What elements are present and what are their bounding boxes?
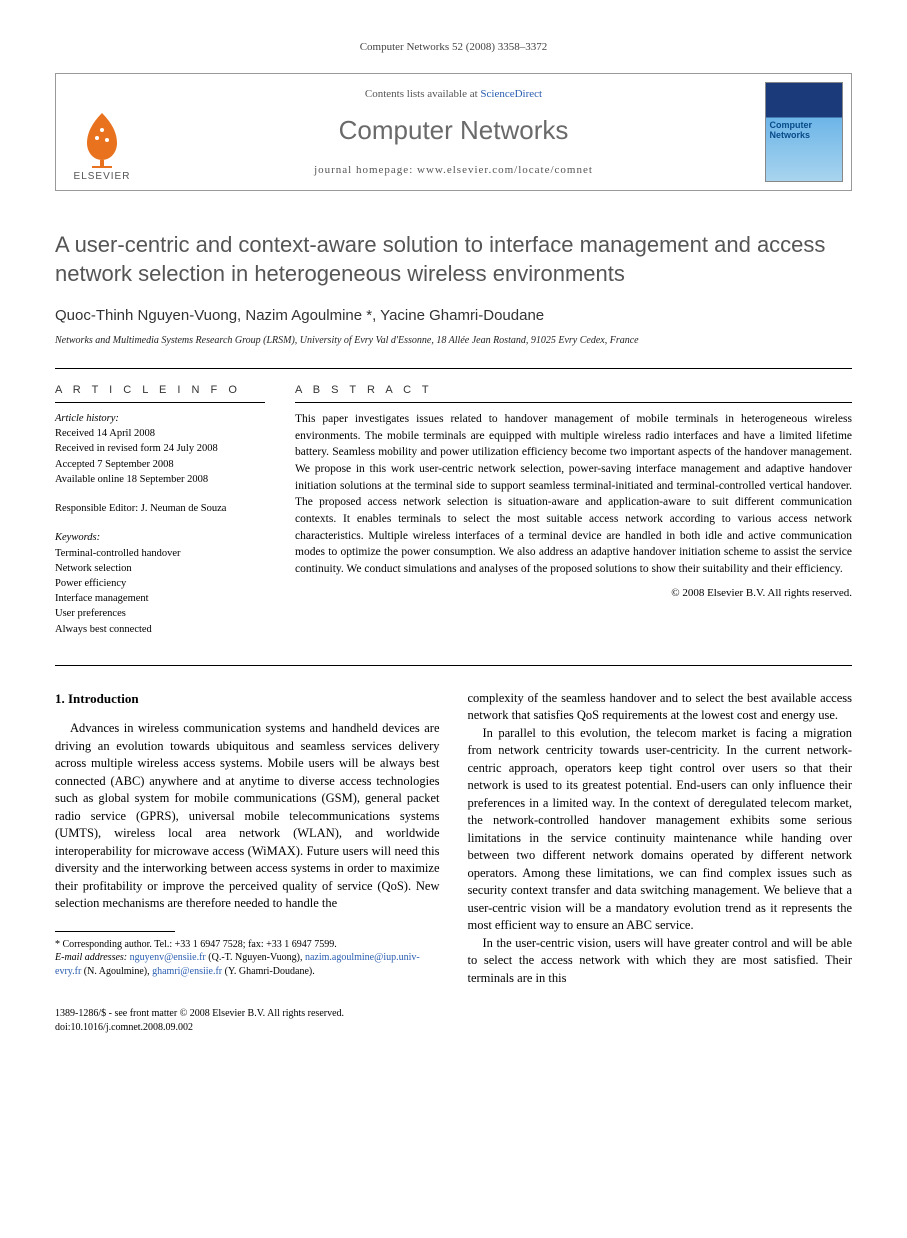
body-paragraph: In parallel to this evolution, the telec… (468, 725, 853, 935)
history-accepted: Accepted 7 September 2008 (55, 457, 265, 472)
keyword: Network selection (55, 561, 265, 576)
history-received: Received 14 April 2008 (55, 426, 265, 441)
journal-title: Computer Networks (339, 112, 569, 148)
publisher-logo-area: ELSEVIER (56, 74, 151, 190)
footnote-rule (55, 931, 175, 932)
front-matter-footer: 1389-1286/$ - see front matter © 2008 El… (55, 1007, 852, 1034)
body-paragraph: complexity of the seamless handover and … (468, 690, 853, 725)
divider (55, 665, 852, 666)
keyword: Always best connected (55, 622, 265, 637)
keyword: User preferences (55, 606, 265, 621)
section-heading-introduction: 1. Introduction (55, 690, 440, 708)
doi: doi:10.1016/j.comnet.2008.09.002 (55, 1021, 852, 1035)
issn-copyright: 1389-1286/$ - see front matter © 2008 El… (55, 1007, 852, 1021)
body-paragraph: In the user-centric vision, users will h… (468, 935, 853, 988)
article-history: Article history: Received 14 April 2008 … (55, 411, 265, 487)
journal-cover-area: Computer Networks (756, 74, 851, 190)
contents-available: Contents lists available at ScienceDirec… (365, 87, 542, 102)
abstract-column: A B S T R A C T This paper investigates … (295, 383, 852, 651)
emails-label: E-mail addresses: (55, 952, 127, 963)
sciencedirect-link[interactable]: ScienceDirect (480, 88, 542, 100)
journal-banner: ELSEVIER Contents lists available at Sci… (55, 73, 852, 191)
affiliation: Networks and Multimedia Systems Research… (55, 334, 852, 348)
article-body: 1. Introduction Advances in wireless com… (55, 690, 852, 988)
elsevier-tree-icon (72, 108, 132, 168)
contents-prefix: Contents lists available at (365, 88, 480, 100)
body-paragraph: Advances in wireless communication syste… (55, 720, 440, 913)
cover-title: Computer Networks (770, 121, 838, 141)
article-title: A user-centric and context-aware solutio… (55, 231, 852, 288)
responsible-editor: Responsible Editor: J. Neuman de Souza (55, 501, 265, 516)
article-info-heading: A R T I C L E I N F O (55, 383, 265, 398)
keywords-block: Keywords: Terminal-controlled handover N… (55, 530, 265, 637)
keyword: Interface management (55, 591, 265, 606)
banner-center: Contents lists available at ScienceDirec… (151, 74, 756, 190)
article-info-column: A R T I C L E I N F O Article history: R… (55, 383, 265, 651)
author-list: Quoc-Thinh Nguyen-Vuong, Nazim Agoulmine… (55, 305, 852, 326)
abstract-copyright: © 2008 Elsevier B.V. All rights reserved… (295, 586, 852, 601)
footnote-emails: E-mail addresses: nguyenv@ensiie.fr (Q.-… (55, 951, 440, 978)
email-attribution: (Y. Ghamri-Doudane). (225, 966, 315, 977)
history-label: Article history: (55, 411, 265, 426)
keyword: Power efficiency (55, 576, 265, 591)
email-attribution: (N. Agoulmine), (84, 966, 150, 977)
email-attribution: (Q.-T. Nguyen-Vuong), (208, 952, 302, 963)
author-email-link[interactable]: nguyenv@ensiie.fr (130, 952, 206, 963)
author-email-link[interactable]: ghamri@ensiie.fr (152, 966, 222, 977)
footnote-corr: * Corresponding author. Tel.: +33 1 6947… (55, 938, 440, 952)
journal-homepage: journal homepage: www.elsevier.com/locat… (314, 163, 593, 178)
running-header: Computer Networks 52 (2008) 3358–3372 (55, 40, 852, 55)
divider (55, 368, 852, 369)
history-revised: Received in revised form 24 July 2008 (55, 441, 265, 456)
corresponding-author-footnote: * Corresponding author. Tel.: +33 1 6947… (55, 938, 440, 979)
journal-cover-thumbnail: Computer Networks (765, 82, 843, 182)
keywords-label: Keywords: (55, 530, 265, 545)
abstract-heading: A B S T R A C T (295, 383, 852, 398)
abstract-text: This paper investigates issues related t… (295, 411, 852, 578)
keyword: Terminal-controlled handover (55, 546, 265, 561)
publisher-name: ELSEVIER (74, 170, 131, 184)
history-online: Available online 18 September 2008 (55, 472, 265, 487)
elsevier-logo: ELSEVIER (62, 94, 142, 184)
